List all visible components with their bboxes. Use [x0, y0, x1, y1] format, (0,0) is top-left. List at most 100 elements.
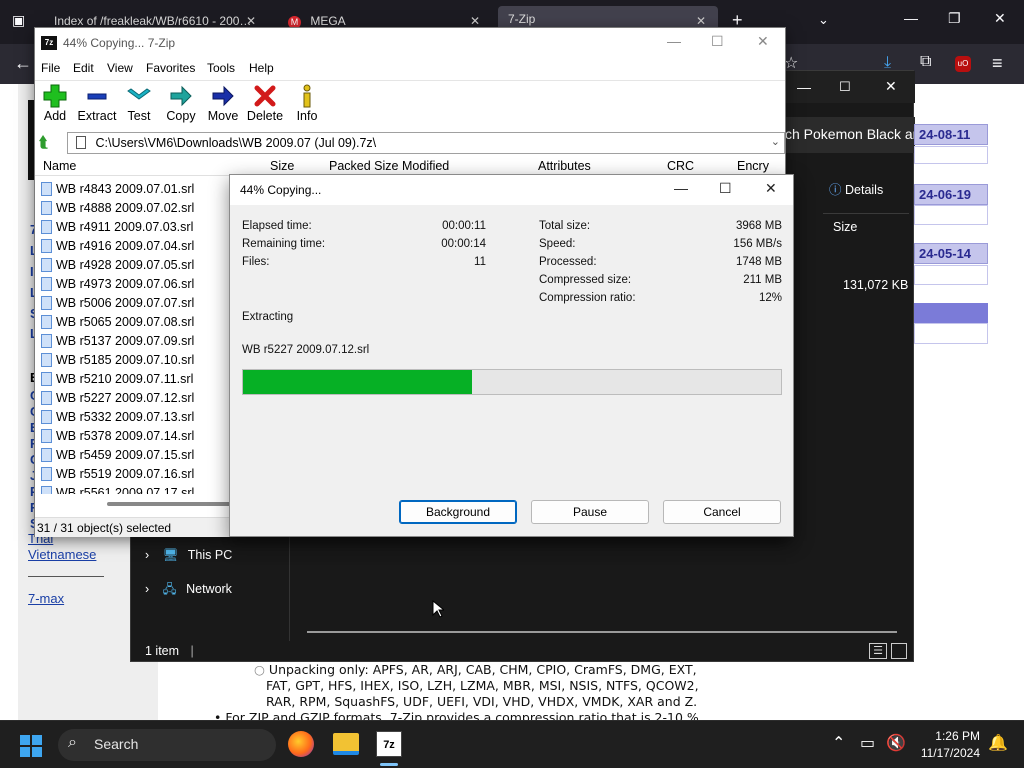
- chevron-down-icon[interactable]: ⌄: [771, 135, 780, 148]
- details-view-icon[interactable]: ☰: [869, 643, 887, 659]
- list-item[interactable]: WB r5185 2009.07.10.srl: [41, 350, 194, 369]
- column-name[interactable]: Name: [43, 159, 76, 173]
- cancel-button[interactable]: Cancel: [663, 500, 781, 524]
- 7zip-taskbar-icon[interactable]: 7z: [376, 731, 402, 757]
- speed-value: 156 MB/s: [733, 238, 782, 250]
- column-crc[interactable]: CRC: [667, 159, 694, 173]
- column-attributes[interactable]: Attributes: [538, 159, 591, 173]
- web-link-7-max[interactable]: 7-max: [28, 591, 64, 606]
- horizontal-scrollbar[interactable]: [307, 631, 897, 633]
- details-button[interactable]: ⓘ Details: [829, 179, 883, 198]
- list-item[interactable]: WB r5137 2009.07.09.srl: [41, 331, 194, 350]
- taskbar: ⌕ Search 7z ⌃ ▭ 🔇 1:26 PM 11/17/2024 🔔: [0, 720, 1024, 768]
- dialog-title: 44% Copying...: [240, 183, 322, 197]
- chevron-down-icon[interactable]: ⌄: [818, 12, 829, 28]
- copy-arrow-icon: [170, 85, 192, 107]
- horizontal-scrollbar[interactable]: [107, 502, 231, 506]
- volume-muted-icon[interactable]: 🔇: [886, 733, 906, 753]
- list-item[interactable]: WB r5227 2009.07.12.srl: [41, 388, 194, 407]
- test-button[interactable]: Test: [116, 83, 162, 123]
- close-tab-icon[interactable]: ✕: [470, 14, 480, 28]
- maximize-icon[interactable]: ☐: [839, 79, 851, 95]
- extensions-icon[interactable]: ⧉: [920, 53, 931, 71]
- list-item[interactable]: WB r4843 2009.07.01.srl: [41, 179, 194, 198]
- list-item[interactable]: WB r5210 2009.07.11.srl: [41, 369, 193, 388]
- close-icon[interactable]: ✕: [757, 33, 769, 50]
- menu-view[interactable]: View: [107, 61, 133, 75]
- minimize-icon[interactable]: —: [904, 10, 918, 26]
- list-item[interactable]: WB r5332 2009.07.13.srl: [41, 407, 194, 426]
- toolbar: Add Extract Test Copy Move Delete Info: [35, 80, 785, 128]
- list-item[interactable]: WB r5459 2009.07.15.srl: [41, 445, 194, 464]
- clock-time[interactable]: 1:26 PM: [918, 729, 980, 743]
- search-field[interactable]: ch Pokemon Black ar: [781, 117, 915, 153]
- close-icon[interactable]: ✕: [994, 10, 1006, 27]
- list-item[interactable]: WB r5378 2009.07.14.srl: [41, 426, 194, 445]
- list-item[interactable]: WB r5519 2009.07.16.srl: [41, 464, 194, 483]
- column-packed-size[interactable]: Packed Size: [329, 159, 398, 173]
- minimize-icon[interactable]: —: [667, 33, 681, 49]
- taskbar-search[interactable]: ⌕ Search: [58, 729, 276, 761]
- list-item[interactable]: WB r4928 2009.07.05.srl: [41, 255, 194, 274]
- info-button[interactable]: Info: [284, 83, 330, 123]
- pause-button[interactable]: Pause: [531, 500, 649, 524]
- list-item[interactable]: WB r4973 2009.07.06.srl: [41, 274, 194, 293]
- list-item[interactable]: WB r5561 2009.07.17.srl: [41, 483, 194, 494]
- list-item[interactable]: WB r4916 2009.07.04.srl: [41, 236, 194, 255]
- web-link-vietnamese[interactable]: Vietnamese: [28, 547, 96, 562]
- close-icon[interactable]: ✕: [885, 78, 897, 95]
- menu-edit[interactable]: Edit: [73, 61, 94, 75]
- network-icon[interactable]: ▭: [860, 733, 875, 753]
- date-row: [914, 205, 988, 225]
- minimize-icon[interactable]: —: [674, 180, 688, 196]
- firefox-icon[interactable]: [288, 731, 314, 757]
- menu-favorites[interactable]: Favorites: [146, 61, 195, 75]
- menu-tools[interactable]: Tools: [207, 61, 235, 75]
- menu-file[interactable]: File: [41, 61, 60, 75]
- ublock-icon[interactable]: uO: [955, 56, 971, 72]
- tool-label: Copy: [166, 109, 196, 123]
- list-item[interactable]: WB r5065 2009.07.08.srl: [41, 312, 194, 331]
- close-icon[interactable]: ✕: [765, 180, 777, 197]
- size-column-header[interactable]: Size: [833, 220, 857, 234]
- file-icon: [41, 390, 52, 405]
- extract-button[interactable]: Extract: [74, 83, 120, 123]
- menu-help[interactable]: Help: [249, 61, 274, 75]
- tab-list-icon[interactable]: ▣: [12, 12, 25, 29]
- nav-item-this-pc[interactable]: › 🖥 This PC: [145, 548, 232, 563]
- close-tab-icon[interactable]: ✕: [246, 14, 256, 28]
- file-explorer-icon[interactable]: [333, 733, 359, 755]
- copy-button[interactable]: Copy: [158, 83, 204, 123]
- list-item[interactable]: WB r5006 2009.07.07.srl: [41, 293, 194, 312]
- mouse-cursor-icon: [432, 600, 444, 618]
- maximize-icon[interactable]: ☐: [719, 180, 732, 197]
- notification-bell-icon[interactable]: 🔔: [988, 733, 1008, 753]
- tool-label: Move: [207, 109, 239, 123]
- maximize-icon[interactable]: ☐: [711, 33, 724, 50]
- list-item[interactable]: WB r4911 2009.07.03.srl: [41, 217, 193, 236]
- close-tab-icon[interactable]: ✕: [696, 14, 706, 28]
- windows-start-icon[interactable]: [20, 735, 42, 757]
- archive-icon: [76, 136, 86, 149]
- window-title: 44% Copying... 7-Zip: [63, 36, 176, 50]
- path-field[interactable]: C:\Users\VM6\Downloads\WB 2009.07 (Jul 0…: [67, 132, 785, 154]
- chevron-up-icon[interactable]: ⌃: [832, 733, 845, 753]
- clock-date[interactable]: 11/17/2024: [910, 746, 980, 760]
- list-item[interactable]: WB r4888 2009.07.02.srl: [41, 198, 194, 217]
- column-size[interactable]: Size: [270, 159, 294, 173]
- up-folder-icon[interactable]: ⮬: [39, 134, 48, 151]
- nav-item-network[interactable]: › 🖧 Network: [145, 580, 232, 601]
- background-button[interactable]: Background: [399, 500, 517, 524]
- delete-button[interactable]: Delete: [242, 83, 288, 123]
- delete-x-icon: [254, 85, 276, 107]
- add-button[interactable]: Add: [32, 83, 78, 123]
- menu-icon[interactable]: ≡: [992, 53, 1003, 74]
- maximize-icon[interactable]: ❐: [948, 10, 961, 27]
- column-encrypted[interactable]: Encry: [737, 159, 769, 173]
- move-button[interactable]: Move: [200, 83, 246, 123]
- minimize-icon[interactable]: —: [797, 79, 811, 95]
- date-badge: 24-06-19: [914, 184, 988, 205]
- tiles-view-icon[interactable]: [891, 643, 907, 659]
- column-modified[interactable]: Modified: [402, 159, 449, 173]
- back-arrow-icon[interactable]: ←: [14, 53, 32, 74]
